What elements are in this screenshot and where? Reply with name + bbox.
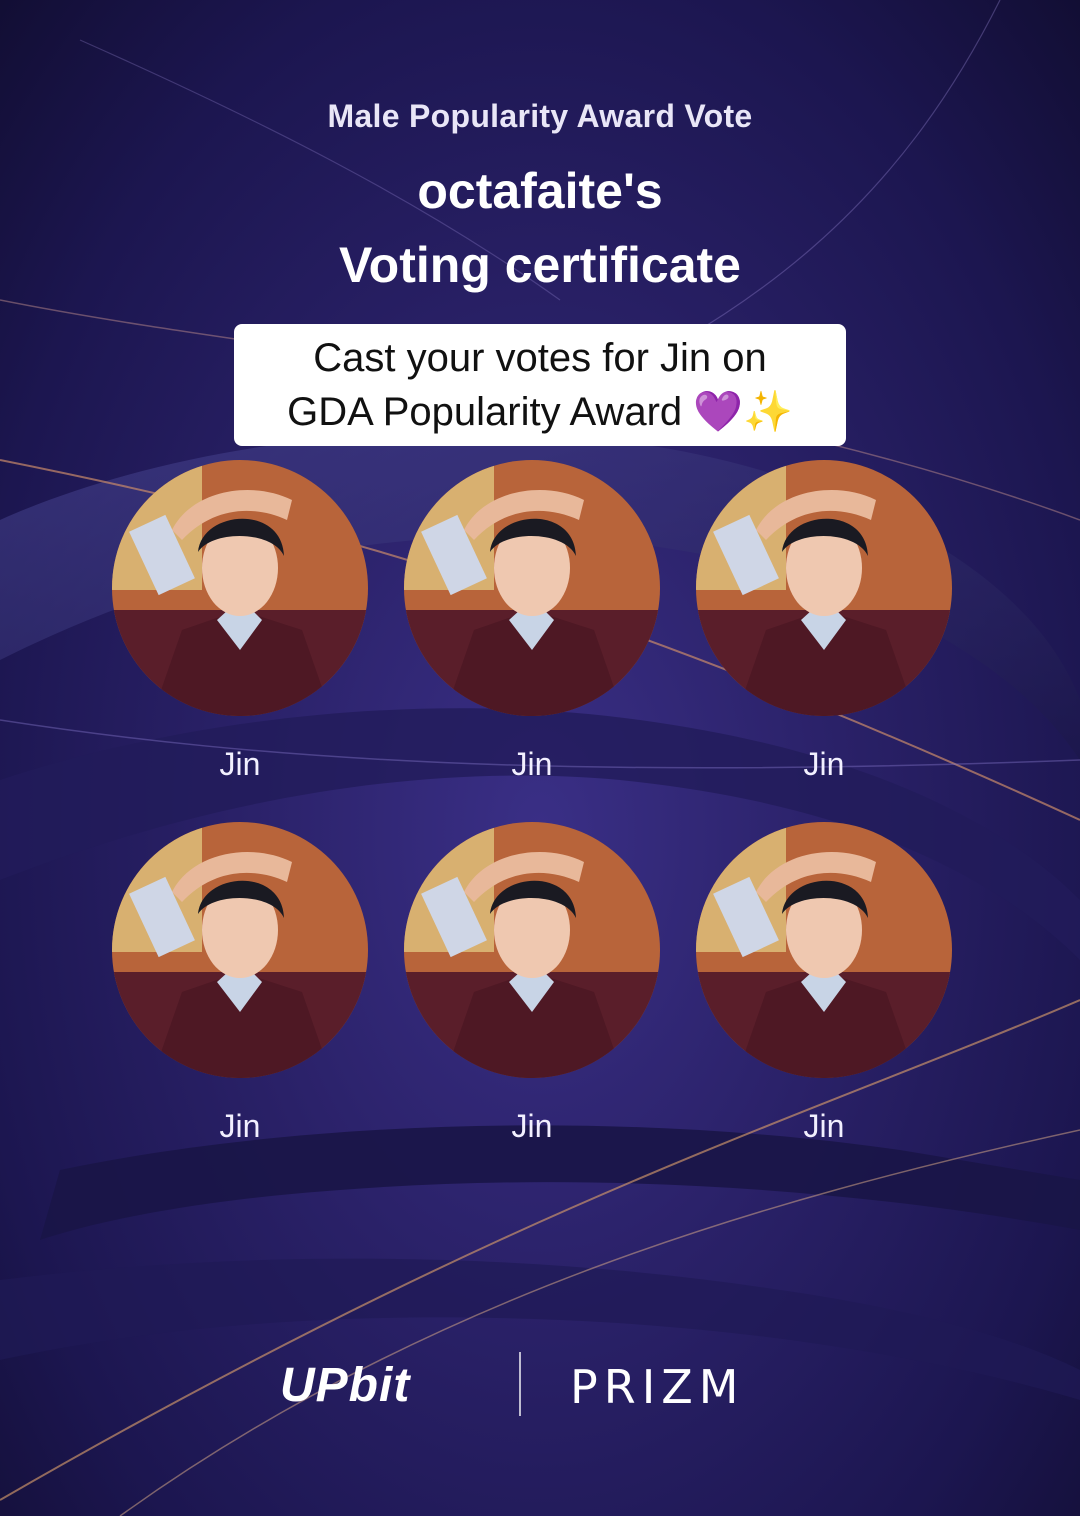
- upbit-logo: UPbit: [280, 1359, 411, 1412]
- avatar: [404, 460, 660, 716]
- avatar: [404, 822, 660, 1078]
- sponsor-footer: UPbit PRIZM: [0, 1352, 1080, 1418]
- logo-divider: [519, 1352, 521, 1416]
- voting-certificate-card: Male Popularity Award Vote octafaite's V…: [0, 0, 1080, 1516]
- avatar: [112, 822, 368, 1078]
- avatar: [696, 822, 952, 1078]
- portrait-photo: [404, 460, 660, 716]
- candidate-name: Jin: [803, 746, 845, 782]
- avatar: [112, 460, 368, 716]
- vote-item: Jin: [696, 822, 952, 1145]
- vote-item: Jin: [404, 460, 660, 783]
- candidate-name: Jin: [511, 1108, 553, 1144]
- prizm-logo: PRIZM: [570, 1360, 745, 1414]
- candidate-name: Jin: [219, 1108, 261, 1144]
- vote-item: Jin: [112, 822, 368, 1145]
- candidate-name: Jin: [219, 746, 261, 782]
- vote-item: Jin: [404, 822, 660, 1145]
- vote-item: Jin: [696, 460, 952, 783]
- avatar: [696, 460, 952, 716]
- portrait-photo: [696, 822, 952, 1078]
- candidate-name: Jin: [803, 1108, 845, 1144]
- portrait-photo: [404, 822, 660, 1078]
- portrait-photo: [696, 460, 952, 716]
- portrait-photo: [112, 822, 368, 1078]
- votes-grid: Jin Jin Jin Jin Jin Jin: [0, 0, 1080, 1516]
- portrait-photo: [112, 460, 368, 716]
- candidate-name: Jin: [511, 746, 553, 782]
- vote-item: Jin: [112, 460, 368, 783]
